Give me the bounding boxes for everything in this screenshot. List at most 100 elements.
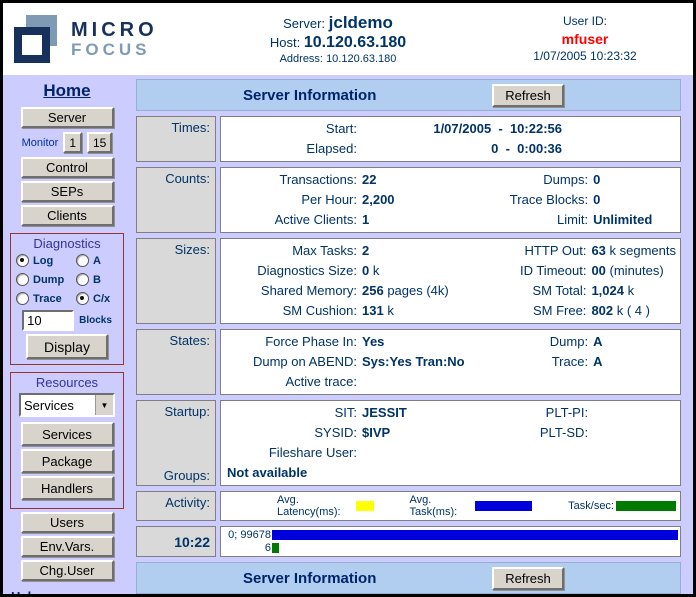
startup-right-fields: PLT-PI:PLT-SD: bbox=[482, 403, 676, 463]
field-unit: k bbox=[384, 301, 394, 321]
states-left-fields: Force Phase In:YesDump on ABEND:Sys:Yes … bbox=[225, 332, 482, 392]
field-key: Active trace: bbox=[225, 372, 357, 392]
server-name: jcldemo bbox=[329, 13, 393, 32]
control-button[interactable]: Control bbox=[21, 157, 114, 178]
legend-item: Task/sec: bbox=[568, 500, 676, 512]
display-button[interactable]: Display bbox=[26, 334, 108, 359]
server-line: Server: jcldemo bbox=[183, 12, 493, 33]
field-unit: pages (4k) bbox=[384, 281, 449, 301]
field-value: 0 - 0:00:36 bbox=[357, 139, 562, 159]
sizes-content: Max Tasks:2Diagnostics Size:0 kShared Me… bbox=[220, 238, 681, 324]
field-unit: k ( 4 ) bbox=[613, 301, 650, 321]
page-title: Server Information bbox=[243, 87, 376, 104]
field-row: Transactions:22 bbox=[225, 170, 482, 190]
refresh-button-bottom[interactable]: Refresh bbox=[492, 567, 564, 590]
field-value: 1 bbox=[357, 210, 369, 230]
field-row: ID Timeout:00 (minutes) bbox=[480, 261, 676, 281]
field-row: SM Cushion:131 k bbox=[225, 301, 480, 321]
users-button[interactable]: Users bbox=[21, 512, 114, 533]
handlers-button[interactable]: Handlers bbox=[21, 476, 114, 500]
field-row: Dumps:0 bbox=[482, 170, 676, 190]
monitor-label: Monitor bbox=[22, 137, 59, 149]
radio-b[interactable]: B bbox=[76, 273, 118, 286]
radio-a[interactable]: A bbox=[76, 254, 118, 267]
env-vars-button[interactable]: Env.Vars. bbox=[21, 536, 114, 557]
legend-label: Avg. Task(ms): bbox=[410, 494, 473, 518]
field-row: Diagnostics Size:0 k bbox=[225, 261, 480, 281]
groups-label: Groups: bbox=[137, 468, 210, 483]
field-key: Dumps: bbox=[482, 170, 588, 190]
diagnostics-radio-group: Log ADumpB Trace C/x bbox=[16, 254, 118, 305]
field-value: 131 bbox=[357, 301, 384, 321]
resources-select[interactable]: Services ▼ bbox=[19, 393, 115, 417]
package-button[interactable]: Package bbox=[21, 449, 114, 473]
host-label: Host: bbox=[270, 35, 300, 50]
field-value: Sys:Yes Tran:No bbox=[357, 352, 465, 372]
blocks-row: Blocks bbox=[22, 310, 112, 331]
clients-button[interactable]: Clients bbox=[21, 205, 114, 226]
radio-button-icon bbox=[76, 273, 89, 286]
radio-label: Log bbox=[33, 255, 53, 267]
field-key: Force Phase In: bbox=[225, 332, 357, 352]
field-value: A bbox=[588, 332, 602, 352]
seps-button[interactable]: SEPs bbox=[21, 181, 114, 202]
field-value: A bbox=[588, 352, 602, 372]
section-states: States: Force Phase In:YesDump on ABEND:… bbox=[136, 329, 681, 395]
field-value: 63 bbox=[586, 241, 605, 261]
field-row: PLT-SD: bbox=[482, 423, 676, 443]
radio-dump[interactable]: Dump bbox=[16, 273, 76, 286]
page-header: MICRO FOCUS Server: jcldemo Host: 10.120… bbox=[3, 3, 693, 75]
field-value: $IVP bbox=[357, 423, 390, 443]
monitor-15-button[interactable]: 15 bbox=[87, 132, 112, 153]
blocks-input[interactable] bbox=[22, 310, 74, 331]
logo-text: MICRO FOCUS bbox=[71, 20, 158, 58]
refresh-button-top[interactable]: Refresh bbox=[492, 84, 564, 107]
startup-left-fields: SIT:JESSITSYSID:$IVPFileshare User: bbox=[225, 403, 482, 463]
services-button[interactable]: Services bbox=[21, 422, 114, 446]
field-key: PLT-PI: bbox=[482, 403, 588, 423]
app-window: MICRO FOCUS Server: jcldemo Host: 10.120… bbox=[0, 0, 696, 597]
legend-label: Avg. Latency(ms): bbox=[277, 494, 354, 518]
micro-focus-logo: MICRO FOCUS bbox=[3, 14, 183, 64]
section-activity: Activity: Avg. Latency(ms):Avg. Task(ms)… bbox=[136, 491, 681, 521]
field-unit: (minutes) bbox=[606, 261, 664, 281]
home-link[interactable]: Home bbox=[43, 81, 90, 101]
times-label: Times: bbox=[136, 116, 216, 162]
section-sizes: Sizes: Max Tasks:2Diagnostics Size:0 kSh… bbox=[136, 238, 681, 324]
field-row: Dump:A bbox=[482, 332, 676, 352]
user-info: User ID: mfuser 1/07/2005 10:23:32 bbox=[493, 13, 693, 64]
chg-user-button[interactable]: Chg.User bbox=[21, 560, 114, 581]
server-button[interactable]: Server bbox=[21, 107, 114, 128]
resources-title: Resources bbox=[36, 375, 98, 390]
legend-swatch bbox=[475, 501, 533, 511]
top-title-bar: Server Information Refresh bbox=[136, 79, 681, 111]
field-value bbox=[588, 423, 593, 443]
legend-item: Avg. Task(ms): bbox=[410, 494, 533, 518]
field-row: HTTP Out:63 k segments bbox=[480, 241, 676, 261]
blocks-label: Blocks bbox=[79, 315, 112, 326]
field-row: SIT:JESSIT bbox=[225, 403, 482, 423]
graph-bar-value: 6 bbox=[223, 542, 272, 554]
field-value: 1,024 bbox=[586, 281, 624, 301]
monitor-1-button[interactable]: 1 bbox=[63, 132, 82, 153]
field-key: Limit: bbox=[482, 210, 588, 230]
startup-content: SIT:JESSITSYSID:$IVPFileshare User: PLT-… bbox=[220, 400, 681, 486]
field-key: Trace: bbox=[482, 352, 588, 372]
graph-time-label: 10:22 bbox=[136, 526, 216, 557]
field-value: 1/07/2005 - 10:22:56 bbox=[357, 119, 562, 139]
section-times: Times: Start:1/07/2005 - 10:22:56Elapsed… bbox=[136, 116, 681, 162]
field-key: Elapsed: bbox=[225, 139, 357, 159]
resources-select-value: Services bbox=[21, 398, 95, 413]
field-key: ID Timeout: bbox=[480, 261, 586, 281]
radio-label: Trace bbox=[33, 293, 62, 305]
field-key: PLT-SD: bbox=[482, 423, 588, 443]
chevron-down-icon[interactable]: ▼ bbox=[95, 395, 113, 415]
field-row: PLT-PI: bbox=[482, 403, 676, 423]
radio-button-icon bbox=[76, 292, 89, 305]
bottom-title-bar: Server Information Refresh bbox=[136, 562, 681, 594]
radio-trace[interactable]: Trace bbox=[16, 292, 76, 305]
radio-cx[interactable]: C/x bbox=[76, 292, 118, 305]
field-value: 0 bbox=[357, 261, 369, 281]
radio-log[interactable]: Log bbox=[16, 254, 76, 267]
user-id-label: User ID: bbox=[493, 13, 677, 29]
